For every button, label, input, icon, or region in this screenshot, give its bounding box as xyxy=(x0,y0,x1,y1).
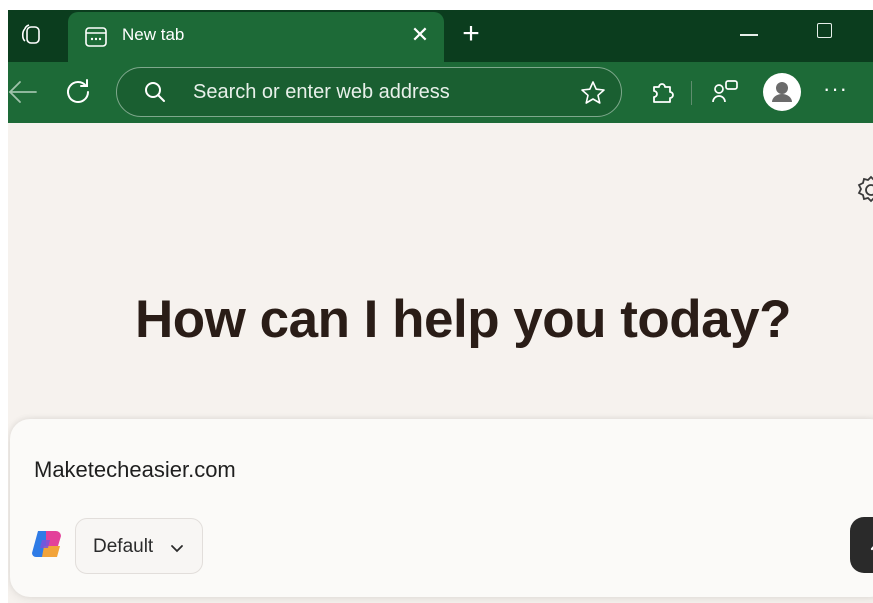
browser-toolbar: Search or enter web address ··· xyxy=(8,62,873,123)
tab-new-tab[interactable]: New tab ✕ xyxy=(68,12,444,62)
profile-avatar[interactable] xyxy=(763,73,801,111)
minimize-window-button[interactable] xyxy=(740,34,758,36)
toolbar-divider xyxy=(691,81,692,105)
mode-selector-button[interactable]: Default xyxy=(75,518,203,574)
search-icon xyxy=(143,80,167,109)
maximize-window-button[interactable] xyxy=(817,23,832,38)
new-tab-button[interactable]: + xyxy=(458,19,484,49)
tab-title: New tab xyxy=(122,25,185,44)
favorite-star-icon[interactable] xyxy=(579,79,607,112)
browser-window: New tab ✕ + Search or enter web address … xyxy=(8,10,873,603)
mode-label: Default xyxy=(93,536,154,557)
close-tab-icon[interactable]: ✕ xyxy=(408,23,432,47)
chevron-down-icon xyxy=(170,541,184,559)
refresh-icon[interactable] xyxy=(64,77,92,110)
more-options-icon[interactable]: ··· xyxy=(823,76,848,102)
workspaces-icon[interactable] xyxy=(18,22,44,48)
send-button[interactable] xyxy=(850,517,873,573)
new-tab-page-icon xyxy=(84,26,108,53)
extensions-puzzle-icon[interactable] xyxy=(648,78,676,111)
chat-composer[interactable]: Maketecheasier.com Default xyxy=(10,419,873,597)
address-bar[interactable]: Search or enter web address xyxy=(116,67,622,117)
new-tab-page: How can I help you today? Maketecheasier… xyxy=(8,123,873,603)
collections-icon[interactable] xyxy=(710,78,740,111)
address-bar-placeholder[interactable]: Search or enter web address xyxy=(193,81,450,104)
message-input[interactable]: Maketecheasier.com xyxy=(34,457,236,483)
tab-strip: New tab ✕ + xyxy=(8,10,873,62)
page-headline: How can I help you today? xyxy=(135,290,791,349)
settings-gear-icon[interactable] xyxy=(854,173,873,212)
copilot-logo-icon xyxy=(30,527,66,566)
back-arrow-icon[interactable] xyxy=(8,79,38,110)
